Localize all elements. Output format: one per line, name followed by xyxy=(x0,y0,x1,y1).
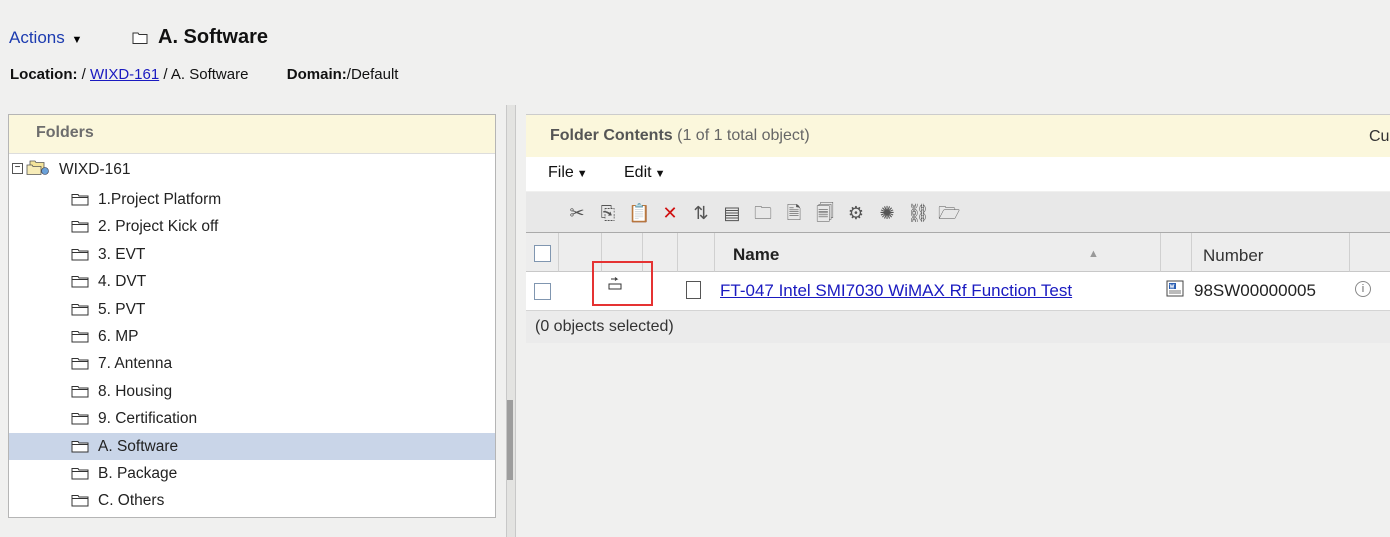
tree-root-label[interactable]: WIXD-161 xyxy=(59,161,131,179)
folders-panel: Folders − WIXD-161 1.Project Platform 2. … xyxy=(8,114,496,518)
new-parts-icon[interactable]: ✺ xyxy=(876,202,898,224)
tree-item-label[interactable]: C. Others xyxy=(98,492,164,510)
tree-item-label[interactable]: A. Software xyxy=(98,438,178,456)
tree-item-label[interactable]: 3. EVT xyxy=(98,246,145,264)
tree-item[interactable]: 4. DVT xyxy=(9,268,495,295)
tree-item[interactable]: 2. Project Kick off xyxy=(9,213,495,240)
new-folder-icon[interactable]: 🗀 xyxy=(752,202,774,224)
edit-menu[interactable]: Edit ▼ xyxy=(624,164,665,182)
info-icon[interactable]: i xyxy=(1355,281,1371,297)
folder-icon xyxy=(71,358,89,370)
tree-item-label[interactable]: 5. PVT xyxy=(98,301,145,319)
tree-item[interactable]: 5. PVT xyxy=(9,296,495,323)
paste-icon[interactable]: 📋 xyxy=(628,202,650,224)
contents-count: (1 of 1 total object) xyxy=(677,127,810,144)
file-menu[interactable]: File ▼ xyxy=(548,164,588,182)
number-column-label[interactable]: Number xyxy=(1203,246,1263,266)
tree-item-label[interactable]: 6. MP xyxy=(98,328,138,346)
breadcrumb-current: A. Software xyxy=(170,66,249,83)
document-icon xyxy=(686,281,701,299)
edit-caret-icon[interactable]: ▼ xyxy=(655,168,666,180)
domain-value: /Default xyxy=(346,66,399,83)
folders-title: Folders xyxy=(36,124,94,141)
tree-item[interactable]: A. Software xyxy=(9,432,495,460)
actions-caret-icon[interactable]: ▼ xyxy=(71,34,82,46)
word-document-icon[interactable] xyxy=(1166,280,1184,297)
tree-item[interactable]: B. Package xyxy=(9,460,495,487)
breadcrumb-sep: / xyxy=(163,66,168,83)
edit-menu-label[interactable]: Edit xyxy=(624,164,652,181)
actions-menu[interactable]: Actions ▼ xyxy=(9,28,82,48)
select-all-checkbox[interactable] xyxy=(534,245,551,262)
tree-item[interactable]: 9. Certification xyxy=(9,405,495,432)
breadcrumb-sep: / xyxy=(81,66,86,83)
header-cell xyxy=(1350,233,1390,272)
splitter-grip[interactable] xyxy=(507,400,513,480)
header-cell xyxy=(1161,233,1192,272)
folder-link-icon[interactable]: 🗁 xyxy=(938,202,960,224)
selection-status: (0 objects selected) xyxy=(535,318,674,335)
document-name-link[interactable]: FT-047 Intel SMI7030 WiMAX Rf Function T… xyxy=(720,281,1072,301)
cut-icon[interactable]: ✂ xyxy=(566,202,588,224)
breadcrumb-link-root[interactable]: WIXD-161 xyxy=(90,66,159,83)
new-part-icon[interactable]: ⚙ xyxy=(845,202,867,224)
tree-item[interactable]: 8. Housing xyxy=(9,378,495,405)
folders-stack-icon xyxy=(26,160,49,175)
sort-ascending-icon[interactable]: ▲ xyxy=(1088,248,1099,260)
folder-icon xyxy=(71,221,89,233)
tree-item[interactable]: 7. Antenna xyxy=(9,350,495,377)
folder-icon xyxy=(71,248,89,261)
contents-title-label: Folder Contents xyxy=(550,127,673,144)
move-icon[interactable]: ⇅ xyxy=(690,202,712,224)
folder-icon xyxy=(71,385,89,398)
contents-header-right-text: Cu xyxy=(1369,128,1390,145)
copy-icon[interactable]: ⎘ xyxy=(597,202,619,224)
folder-icon xyxy=(132,32,148,44)
tree-item[interactable]: C. Others xyxy=(9,487,495,514)
tree-item[interactable]: 1.Project Platform xyxy=(9,186,495,213)
collapse-toggle-icon[interactable]: − xyxy=(12,163,23,174)
breadcrumb: Location: / WIXD-161 / A. Software Domai… xyxy=(10,66,398,83)
folders-header: Folders xyxy=(9,115,495,154)
folder-icon xyxy=(71,303,89,316)
actions-label[interactable]: Actions xyxy=(9,28,65,47)
contents-title: Folder Contents (1 of 1 total object) xyxy=(550,127,810,145)
folder-icon xyxy=(71,331,89,343)
folder-icon xyxy=(71,276,89,288)
new-document-icon[interactable]: 🗎 xyxy=(783,202,805,224)
tree-item-label[interactable]: 9. Certification xyxy=(98,410,197,428)
tree-item[interactable]: 3. EVT xyxy=(9,241,495,268)
row-checkbox[interactable] xyxy=(534,283,551,300)
folder-icon xyxy=(71,495,89,507)
folder-icon xyxy=(71,194,89,206)
link-icon[interactable]: ⛓ xyxy=(907,202,930,224)
tree-item[interactable]: 6. MP xyxy=(9,323,495,350)
folder-icon xyxy=(71,468,89,480)
page-title: A. Software xyxy=(158,26,269,48)
folder-icon xyxy=(71,413,89,425)
file-caret-icon[interactable]: ▼ xyxy=(577,168,588,180)
folder-icon xyxy=(71,440,89,453)
tree-item-label[interactable]: 4. DVT xyxy=(98,273,146,291)
location-label: Location: xyxy=(10,66,78,83)
highlight-box xyxy=(592,261,653,306)
tree-item-label[interactable]: B. Package xyxy=(98,465,177,483)
tree-item-label[interactable]: 1.Project Platform xyxy=(98,191,221,209)
tree-item-label[interactable]: 2. Project Kick off xyxy=(98,218,218,236)
rename-icon[interactable]: ▤ xyxy=(721,202,743,224)
tree-item-label[interactable]: 8. Housing xyxy=(98,383,172,401)
document-number: 98SW00000005 xyxy=(1194,281,1316,300)
delete-icon[interactable]: ✕ xyxy=(659,202,681,224)
file-menu-label[interactable]: File xyxy=(548,164,574,181)
tree-item-label[interactable]: 7. Antenna xyxy=(98,355,172,373)
new-documents-icon[interactable]: 🗐 xyxy=(814,202,836,224)
header-cell xyxy=(678,233,715,272)
name-column-label[interactable]: Name xyxy=(733,245,779,265)
domain-label: Domain: xyxy=(286,66,347,83)
